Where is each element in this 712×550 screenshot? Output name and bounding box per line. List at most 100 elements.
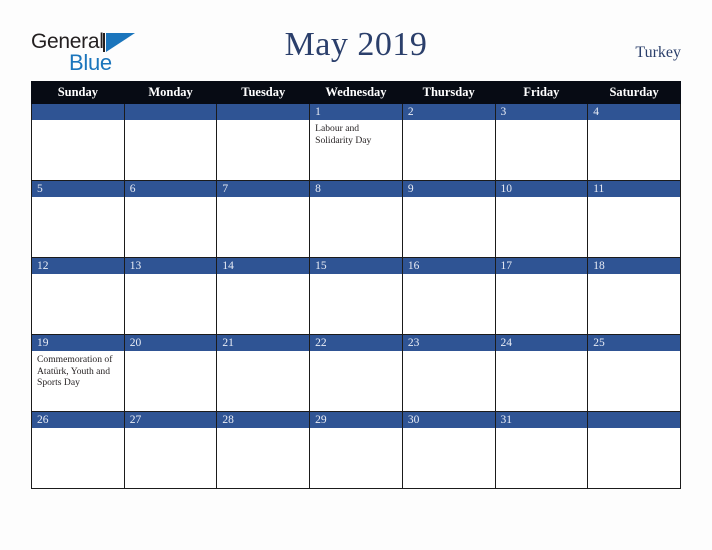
day-number: 20 bbox=[124, 335, 217, 351]
day-events bbox=[496, 428, 588, 431]
day-events bbox=[403, 351, 495, 354]
day-cell-content bbox=[217, 104, 310, 180]
day-cell-content: 11 bbox=[588, 181, 680, 257]
day-cell-content: 6 bbox=[124, 181, 217, 257]
calendar-week-row: 5 6 7 8 9 10 11 bbox=[31, 180, 681, 258]
day-number: 8 bbox=[310, 181, 402, 197]
day-number: 10 bbox=[495, 181, 588, 197]
day-cell-content: 28 bbox=[217, 412, 310, 488]
calendar-day-cell[interactable]: 22 bbox=[309, 334, 403, 412]
calendar-day-cell[interactable]: 21 bbox=[216, 334, 311, 412]
day-cell-content: 7 bbox=[217, 181, 310, 257]
day-number: 15 bbox=[310, 258, 402, 274]
day-cell-content: 14 bbox=[217, 258, 310, 334]
calendar-day-cell[interactable] bbox=[123, 103, 218, 181]
calendar-week-row: 1 Labour and Solidarity Day 2 3 4 bbox=[31, 103, 681, 181]
calendar-page: General Blue May 2019 Turkey Sunday Mond… bbox=[0, 0, 712, 550]
calendar-day-cell[interactable]: 20 bbox=[123, 334, 218, 412]
page-header: General Blue May 2019 Turkey bbox=[0, 0, 712, 81]
page-title: May 2019 bbox=[284, 26, 428, 63]
day-events bbox=[403, 428, 495, 431]
calendar-grid: Sunday Monday Tuesday Wednesday Thursday… bbox=[31, 81, 681, 489]
calendar-day-cell[interactable]: 2 bbox=[401, 103, 496, 181]
calendar-day-cell[interactable]: 15 bbox=[309, 257, 403, 335]
calendar-day-cell[interactable]: 11 bbox=[587, 180, 681, 258]
calendar-day-cell[interactable]: 25 bbox=[587, 334, 681, 412]
day-events bbox=[217, 428, 309, 431]
calendar-day-cell[interactable]: 5 bbox=[31, 180, 125, 258]
day-number: 11 bbox=[588, 181, 680, 197]
weekday-header-thursday: Thursday bbox=[401, 81, 496, 104]
calendar-day-cell[interactable]: 28 bbox=[216, 411, 311, 489]
day-cell-content: 22 bbox=[310, 335, 402, 411]
calendar-day-cell[interactable]: 12 bbox=[31, 257, 125, 335]
calendar-day-cell[interactable]: 29 bbox=[309, 411, 403, 489]
calendar-day-cell[interactable]: 27 bbox=[123, 411, 218, 489]
calendar-day-cell[interactable]: 31 bbox=[494, 411, 589, 489]
day-events bbox=[496, 351, 588, 354]
calendar-day-cell[interactable]: 19 Commemoration of Atatürk, Youth and Sp… bbox=[31, 334, 125, 412]
calendar-day-cell[interactable]: 8 bbox=[309, 180, 403, 258]
day-cell-content: 9 bbox=[402, 181, 495, 257]
weekday-header-row: Sunday Monday Tuesday Wednesday Thursday… bbox=[31, 81, 681, 104]
calendar-day-cell[interactable]: 14 bbox=[216, 257, 311, 335]
calendar-day-cell[interactable] bbox=[216, 103, 311, 181]
day-events bbox=[125, 120, 217, 123]
day-events bbox=[588, 197, 680, 200]
day-events bbox=[496, 274, 588, 277]
day-cell-content: 17 bbox=[495, 258, 588, 334]
calendar-day-cell[interactable]: 30 bbox=[401, 411, 496, 489]
calendar-week-row: 19 Commemoration of Atatürk, Youth and Sp… bbox=[31, 334, 681, 412]
day-events bbox=[403, 120, 495, 123]
day-cell-content: 23 bbox=[402, 335, 495, 411]
calendar-day-cell[interactable]: 18 bbox=[587, 257, 681, 335]
calendar-day-cell[interactable]: 3 bbox=[494, 103, 589, 181]
weekday-header-tuesday: Tuesday bbox=[216, 81, 311, 104]
day-number: 5 bbox=[32, 181, 124, 197]
day-number: 14 bbox=[217, 258, 310, 274]
day-number: 3 bbox=[495, 104, 588, 120]
calendar-week-row: 26 27 28 29 30 31 bbox=[31, 411, 681, 489]
day-cell-content bbox=[588, 412, 680, 488]
calendar-day-cell[interactable]: 1 Labour and Solidarity Day bbox=[309, 103, 403, 181]
day-number: 7 bbox=[217, 181, 310, 197]
day-number: 16 bbox=[402, 258, 495, 274]
day-events bbox=[496, 197, 588, 200]
calendar-day-cell[interactable]: 10 bbox=[494, 180, 589, 258]
day-events bbox=[403, 197, 495, 200]
day-events bbox=[310, 428, 402, 431]
day-events bbox=[32, 428, 124, 431]
holiday-event: Labour and Solidarity Day bbox=[315, 123, 372, 146]
day-events bbox=[496, 120, 588, 123]
day-events: Labour and Solidarity Day bbox=[310, 120, 402, 146]
day-events bbox=[32, 274, 124, 277]
calendar-header-row-group: Sunday Monday Tuesday Wednesday Thursday… bbox=[31, 81, 681, 104]
day-cell-content: 19 Commemoration of Atatürk, Youth and Sp… bbox=[32, 335, 124, 411]
day-number: 30 bbox=[402, 412, 495, 428]
calendar-day-cell[interactable] bbox=[587, 411, 681, 489]
calendar-day-cell[interactable]: 17 bbox=[494, 257, 589, 335]
day-number: 25 bbox=[588, 335, 680, 351]
day-cell-content: 12 bbox=[32, 258, 124, 334]
calendar-day-cell[interactable]: 9 bbox=[401, 180, 496, 258]
day-number bbox=[124, 104, 217, 120]
calendar-day-cell[interactable] bbox=[31, 103, 125, 181]
day-events bbox=[32, 120, 124, 123]
calendar-day-cell[interactable]: 6 bbox=[123, 180, 218, 258]
day-cell-content: 18 bbox=[588, 258, 680, 334]
calendar-day-cell[interactable]: 23 bbox=[401, 334, 496, 412]
day-number: 1 bbox=[310, 104, 402, 120]
day-events bbox=[310, 197, 402, 200]
day-cell-content: 13 bbox=[124, 258, 217, 334]
calendar-day-cell[interactable]: 24 bbox=[494, 334, 589, 412]
calendar-day-cell[interactable]: 4 bbox=[587, 103, 681, 181]
calendar-day-cell[interactable]: 16 bbox=[401, 257, 496, 335]
day-number: 21 bbox=[217, 335, 310, 351]
weekday-header-sunday: Sunday bbox=[31, 81, 125, 104]
day-cell-content: 3 bbox=[495, 104, 588, 180]
region-label: Turkey bbox=[635, 44, 681, 61]
calendar-day-cell[interactable]: 26 bbox=[31, 411, 125, 489]
calendar-day-cell[interactable]: 7 bbox=[216, 180, 311, 258]
day-cell-content: 16 bbox=[402, 258, 495, 334]
calendar-day-cell[interactable]: 13 bbox=[123, 257, 218, 335]
